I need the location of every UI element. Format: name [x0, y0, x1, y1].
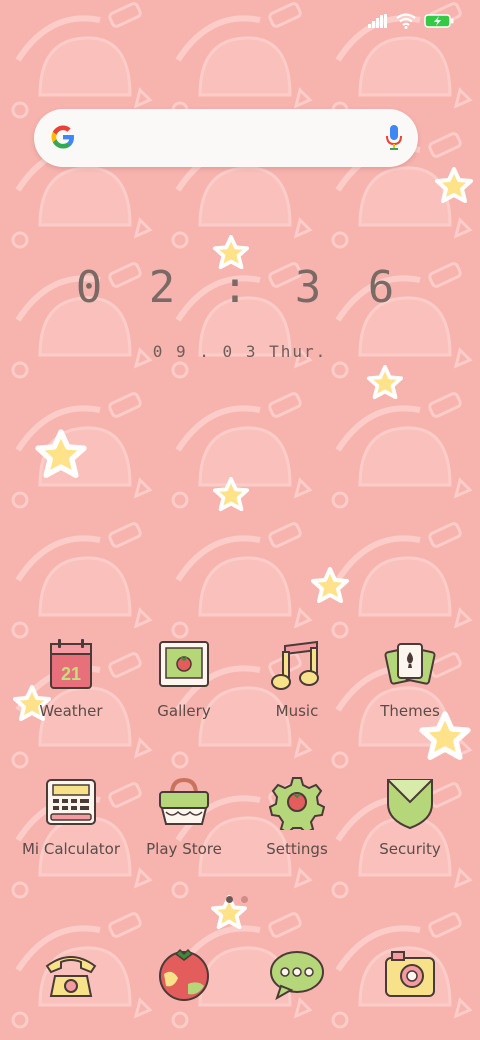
- picture-frame-icon: [159, 641, 209, 687]
- battery-charging-icon: [424, 14, 454, 28]
- dock-messages[interactable]: [242, 944, 352, 1008]
- app-weather[interactable]: 21 Weather: [16, 636, 126, 720]
- clock-date[interactable]: 0 9 . 0 3 Thur.: [0, 342, 480, 361]
- app-gallery[interactable]: Gallery: [129, 636, 239, 720]
- app-label: Mi Calculator: [21, 840, 121, 858]
- star-sticker-icon: [212, 476, 250, 512]
- shopping-basket-icon: [159, 777, 209, 825]
- calendar-day: 21: [61, 664, 81, 684]
- app-label: Themes: [380, 702, 440, 720]
- app-mi-calculator[interactable]: Mi Calculator: [16, 774, 126, 858]
- app-music[interactable]: Music: [242, 636, 352, 720]
- app-security[interactable]: Security: [355, 774, 465, 858]
- chat-bubble-icon: [270, 951, 324, 1001]
- app-label: Gallery: [157, 702, 211, 720]
- star-sticker-icon: [435, 167, 473, 203]
- app-label: Weather: [39, 702, 103, 720]
- globe-tomato-icon: [159, 948, 209, 1001]
- cellular-signal-icon: [368, 14, 387, 28]
- star-sticker-icon: [311, 567, 349, 603]
- gear-icon: [268, 777, 326, 835]
- wifi-icon: [396, 13, 416, 29]
- camera-icon: [385, 951, 435, 997]
- dock-browser[interactable]: [129, 944, 239, 1008]
- app-themes[interactable]: Themes: [355, 636, 465, 720]
- telephone-icon: [45, 956, 97, 997]
- app-label: Settings: [266, 840, 328, 858]
- star-sticker-icon: [212, 234, 250, 270]
- app-settings[interactable]: Settings: [242, 774, 352, 858]
- page-dot-active[interactable]: [226, 896, 233, 903]
- page-dot[interactable]: [241, 896, 248, 903]
- app-play-store[interactable]: Play Store: [129, 774, 239, 858]
- app-label: Security: [379, 840, 441, 858]
- microphone-icon[interactable]: [384, 124, 404, 152]
- app-label: Music: [275, 702, 319, 720]
- calendar-weather-icon: 21: [50, 639, 92, 689]
- music-note-icon: [271, 640, 319, 690]
- playing-cards-icon: [384, 643, 436, 685]
- star-sticker-icon: [35, 429, 87, 478]
- dock-camera[interactable]: [355, 944, 465, 1008]
- calculator-icon: [46, 779, 96, 825]
- app-label: Play Store: [146, 840, 222, 858]
- shield-icon: [387, 779, 433, 830]
- google-g-icon: [51, 125, 74, 149]
- status-bar: [368, 10, 454, 32]
- page-indicator[interactable]: [226, 896, 248, 903]
- dock-phone[interactable]: [16, 944, 126, 1008]
- star-sticker-icon: [366, 364, 404, 400]
- google-search-bar[interactable]: [34, 109, 418, 167]
